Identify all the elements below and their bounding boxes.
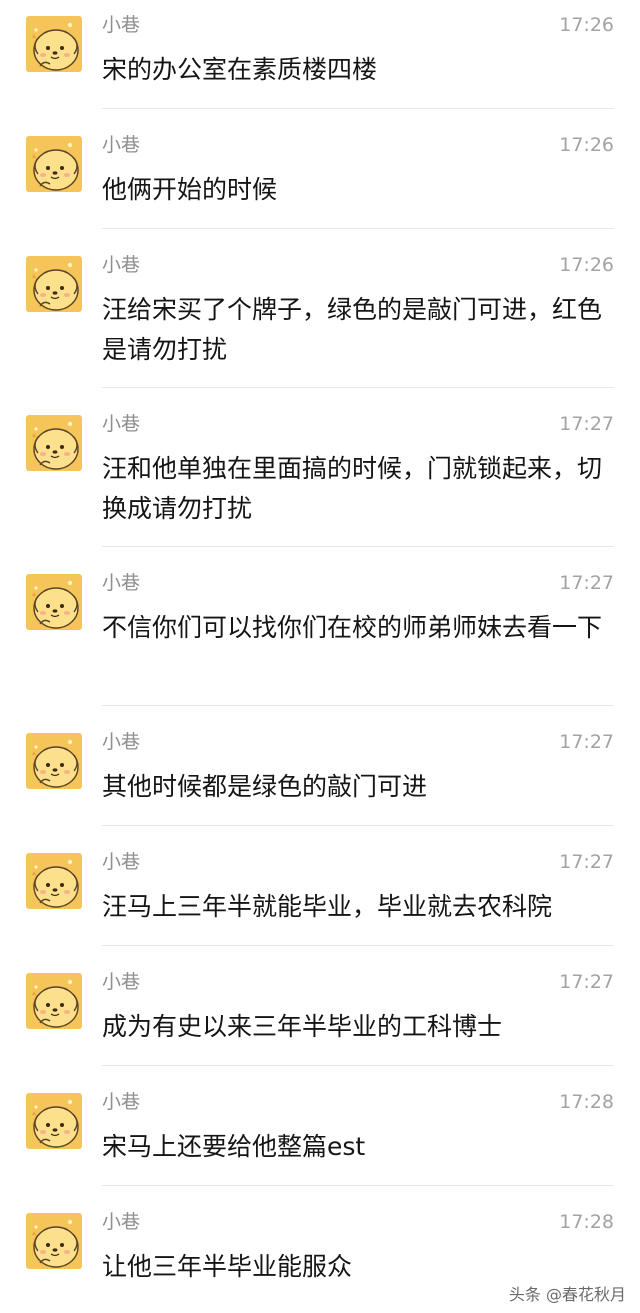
cartoon-dog-avatar[interactable] xyxy=(26,415,82,471)
sender-name: 小巷 xyxy=(102,971,141,993)
divider xyxy=(102,1065,614,1066)
sender-name: 小巷 xyxy=(102,731,141,753)
message-time: 17:26 xyxy=(559,134,614,156)
watermark: 头条 @春花秋月 xyxy=(508,1285,626,1304)
message-text: 宋的办公室在素质楼四楼 xyxy=(102,55,378,84)
message-time: 17:28 xyxy=(559,1091,614,1113)
divider xyxy=(102,387,614,388)
message-time: 17:27 xyxy=(559,413,614,435)
sender-name: 小巷 xyxy=(102,1211,141,1233)
cartoon-dog-avatar[interactable] xyxy=(26,1213,82,1269)
message-time: 17:27 xyxy=(559,572,614,594)
message-text: 汪马上三年半就能毕业，毕业就去农科院 xyxy=(102,892,553,921)
cartoon-dog-avatar[interactable] xyxy=(26,973,82,1029)
cartoon-dog-avatar[interactable] xyxy=(26,733,82,789)
sender-name: 小巷 xyxy=(102,14,141,36)
cartoon-dog-avatar[interactable] xyxy=(26,16,82,72)
message-text: 汪给宋买了个牌子，绿色的是敲门可进，红色是请勿打扰 xyxy=(102,295,603,364)
message-text: 其他时候都是绿色的敲门可进 xyxy=(102,772,428,801)
message-text: 汪和他单独在里面搞的时候，门就锁起来，切换成请勿打扰 xyxy=(102,454,603,523)
sender-name: 小巷 xyxy=(102,572,141,594)
sender-name: 小巷 xyxy=(102,1091,141,1113)
divider xyxy=(102,108,614,109)
sender-name: 小巷 xyxy=(102,413,141,435)
cartoon-dog-avatar[interactable] xyxy=(26,256,82,312)
cartoon-dog-avatar[interactable] xyxy=(26,136,82,192)
message-time: 17:26 xyxy=(559,14,614,36)
message-time: 17:26 xyxy=(559,254,614,276)
sender-name: 小巷 xyxy=(102,134,141,156)
message-text: 成为有史以来三年半毕业的工科博士 xyxy=(102,1012,503,1041)
cartoon-dog-avatar[interactable] xyxy=(26,853,82,909)
cartoon-dog-avatar[interactable] xyxy=(26,574,82,630)
divider xyxy=(102,228,614,229)
divider xyxy=(102,825,614,826)
divider xyxy=(102,705,614,706)
sender-name: 小巷 xyxy=(102,851,141,873)
message-time: 17:28 xyxy=(559,1211,614,1233)
sender-name: 小巷 xyxy=(102,254,141,276)
message-text: 他俩开始的时候 xyxy=(102,175,278,204)
cartoon-dog-avatar[interactable] xyxy=(26,1093,82,1149)
divider xyxy=(102,945,614,946)
message-text: 宋马上还要给他整篇est xyxy=(102,1132,366,1161)
message-time: 17:27 xyxy=(559,731,614,753)
message-time: 17:27 xyxy=(559,971,614,993)
divider xyxy=(102,1185,614,1186)
divider xyxy=(102,546,614,547)
message-text: 不信你们可以找你们在校的师弟师妹去看一下 xyxy=(102,613,603,642)
message-time: 17:27 xyxy=(559,851,614,873)
